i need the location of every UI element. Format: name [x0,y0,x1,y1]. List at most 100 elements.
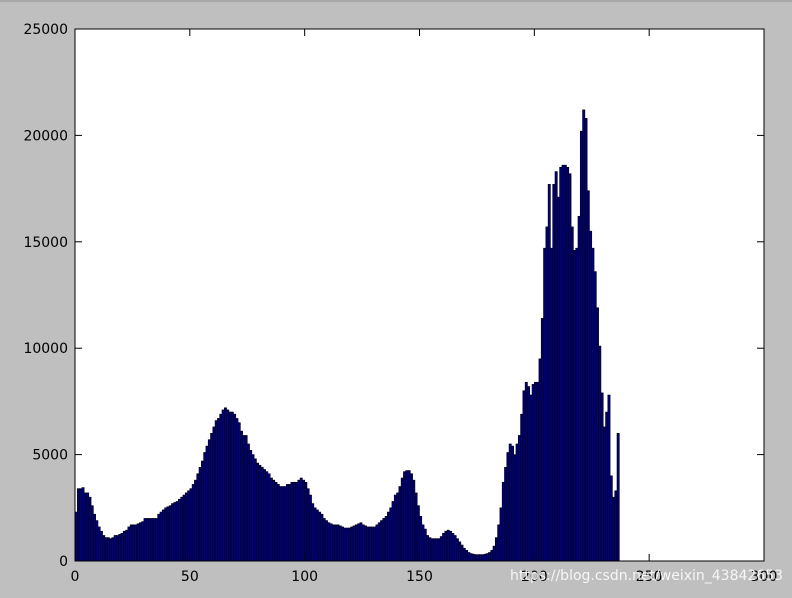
histogram-bar [288,484,292,562]
histogram-bar [554,171,558,562]
histogram-bar [203,452,207,562]
histogram-bar [543,247,547,562]
histogram-bar [382,518,386,562]
histogram-bar [455,538,459,562]
histogram-bar [545,226,549,562]
histogram-bar [529,394,533,562]
histogram-bar [194,479,198,562]
histogram-bar [570,226,574,562]
histogram-bar [465,550,469,562]
x-tick-label: 100 [291,569,318,585]
histogram-bar [393,494,397,562]
histogram-bar [364,525,367,562]
histogram-bar [566,167,570,562]
histogram-bar [426,535,429,562]
histogram-bar [391,501,395,562]
histogram-bar [348,527,351,562]
histogram-bar [584,118,588,562]
histogram-bar [494,537,498,562]
histogram-bar [444,530,448,562]
histogram-bar [476,554,480,562]
histogram-bar [591,247,595,562]
histogram-bar [439,536,443,562]
histogram-bar [368,526,372,562]
histogram-bar [141,521,145,562]
histogram-bar [178,498,181,562]
histogram-bar [233,413,237,562]
histogram-bar [547,184,551,562]
histogram-bar [212,426,216,562]
histogram-bar [589,230,593,562]
histogram-bar [111,537,115,562]
histogram-bar [299,477,303,562]
histogram-bar [302,479,305,562]
histogram-bar [407,470,411,562]
histogram-bar [134,524,138,562]
histogram-bar [609,475,613,562]
histogram-bar [136,523,140,562]
histogram-bar [515,443,519,562]
histogram-bar [97,526,101,562]
histogram-bar [469,553,473,562]
histogram-bar [550,247,554,562]
histogram-bar [104,537,108,562]
histogram-bar [497,524,501,562]
histogram-bar [168,505,172,562]
histogram-bar [504,467,508,562]
histogram-bar [598,345,602,562]
histogram-bar [308,494,312,562]
histogram-bar [552,184,556,562]
histogram-bar [125,529,129,562]
histogram-bar [276,484,280,562]
histogram-bar [246,443,250,562]
histogram-bar [120,533,124,562]
histogram-bar [240,430,243,562]
histogram-bar [161,509,165,562]
histogram-bar [175,501,179,562]
histogram-bar [412,479,416,562]
histogram-bar [148,518,152,562]
histogram-bar [196,473,200,562]
histogram-bar [573,250,576,562]
histogram-bar [152,518,156,562]
histogram-bar [182,494,186,562]
histogram-bar [536,381,540,562]
histogram-bar [563,164,567,562]
histogram-bar [400,477,404,562]
histogram-bar [531,384,535,562]
histogram-bar [607,394,611,562]
histogram-bar [166,506,170,562]
histogram-bar [88,496,92,562]
histogram-bar [127,526,131,562]
histogram-bar [582,109,586,562]
histogram-bar [272,479,276,562]
histogram-bar [511,445,514,562]
histogram-bar [357,523,361,562]
histogram-bar [405,470,409,562]
histogram-bar [320,513,324,562]
histogram-bar [449,530,452,562]
histogram-bar [109,538,113,562]
histogram-bar [501,481,505,562]
histogram-bar [251,454,255,562]
histogram-bar [483,553,487,562]
histogram-bar [421,524,425,562]
histogram-bar [102,535,106,562]
histogram-bar [605,411,609,562]
histogram-bar [327,522,331,562]
histogram-bar [506,452,510,562]
y-tick-label: 5000 [32,448,68,464]
histogram-bar [522,390,526,562]
histogram-bar [377,522,381,562]
histogram-bar [366,526,370,562]
histogram-bar [520,413,524,562]
histogram-bar [556,196,560,562]
histogram-bar [577,215,581,562]
histogram-bar [517,435,521,562]
histogram-bar [396,492,400,562]
histogram-bar [295,481,299,562]
histogram-bar [370,526,374,562]
y-tick-label: 25000 [23,22,68,38]
histogram-bar [260,467,264,562]
histogram-bar [184,492,188,562]
